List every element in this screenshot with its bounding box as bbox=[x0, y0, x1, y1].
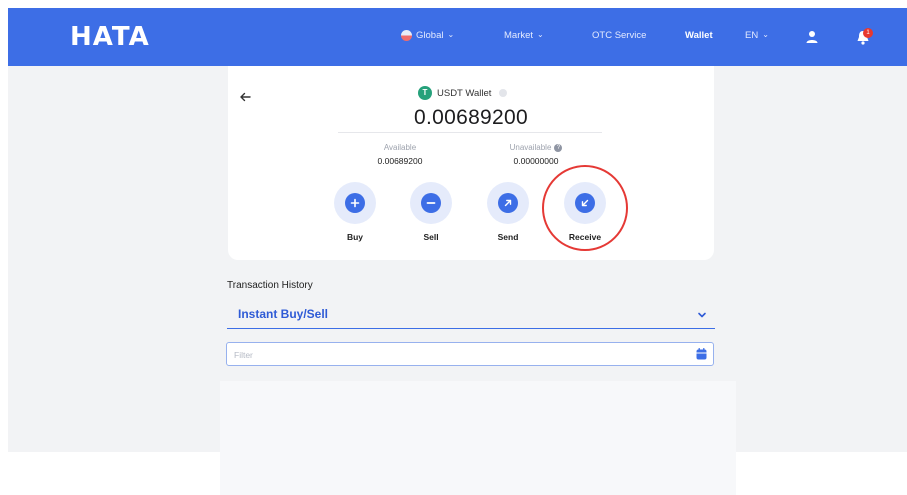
send-button[interactable]: Send bbox=[483, 182, 533, 242]
minus-icon bbox=[421, 193, 441, 213]
back-arrow-icon[interactable] bbox=[238, 90, 252, 104]
sell-button[interactable]: Sell bbox=[406, 182, 456, 242]
available-label: Available bbox=[383, 143, 417, 152]
buy-button[interactable]: Buy bbox=[330, 182, 380, 242]
wallet-card: T USDT Wallet 0.00689200 Available 0.006… bbox=[228, 66, 714, 260]
nav-wallet[interactable]: Wallet bbox=[685, 30, 713, 41]
send-button-halo bbox=[487, 182, 529, 224]
notification-badge: 1 bbox=[863, 28, 873, 38]
nav-language-label: EN bbox=[745, 30, 759, 41]
nav-market-label: Market bbox=[504, 30, 534, 41]
buy-button-halo bbox=[334, 182, 376, 224]
filter-input[interactable] bbox=[232, 346, 686, 364]
nav-global-dropdown[interactable]: Global ⌄ bbox=[401, 30, 454, 41]
usdt-coin-icon: T bbox=[418, 86, 432, 100]
unavailable-stat: Unavailable ? 0.00000000 bbox=[476, 143, 596, 166]
receive-label: Receive bbox=[568, 232, 602, 242]
send-label: Send bbox=[497, 232, 519, 242]
divider bbox=[338, 132, 602, 133]
unavailable-label: Unavailable bbox=[509, 143, 552, 152]
transaction-list-area bbox=[220, 381, 736, 495]
nav-otc-label: OTC Service bbox=[592, 30, 647, 41]
chevron-down-icon: ⌄ bbox=[762, 30, 769, 39]
nav-global-label: Global bbox=[416, 30, 444, 41]
question-icon[interactable]: ? bbox=[554, 143, 563, 152]
arrow-down-left-icon bbox=[575, 193, 595, 213]
wallet-name: USDT Wallet bbox=[437, 87, 492, 99]
filter-field[interactable] bbox=[226, 342, 714, 366]
top-navbar: HATA Global ⌄ Market ⌄ OTC Service Walle… bbox=[8, 8, 907, 66]
transaction-history-heading: Transaction History bbox=[227, 280, 313, 291]
nav-language-dropdown[interactable]: EN ⌄ bbox=[745, 30, 769, 41]
wallet-title: T USDT Wallet bbox=[418, 86, 508, 100]
transaction-type-dropdown[interactable]: Instant Buy/Sell bbox=[227, 302, 715, 329]
sell-label: Sell bbox=[423, 232, 439, 242]
receive-button[interactable]: Receive bbox=[560, 182, 610, 242]
arrow-up-right-icon bbox=[498, 193, 518, 213]
available-stat: Available 0.00689200 bbox=[340, 143, 460, 166]
sell-button-halo bbox=[410, 182, 452, 224]
nav-wallet-label: Wallet bbox=[685, 30, 713, 41]
calendar-icon[interactable] bbox=[696, 348, 707, 360]
wallet-balance: 0.00689200 bbox=[414, 106, 528, 129]
chevron-down-icon: ⌄ bbox=[537, 30, 544, 39]
receive-button-halo bbox=[564, 182, 606, 224]
notifications-button[interactable]: 1 bbox=[856, 28, 876, 46]
nav-market-dropdown[interactable]: Market ⌄ bbox=[504, 30, 544, 41]
transaction-type-selected: Instant Buy/Sell bbox=[238, 307, 329, 321]
buy-label: Buy bbox=[346, 232, 364, 242]
hata-logo[interactable]: HATA bbox=[70, 22, 150, 52]
chevron-down-icon bbox=[698, 312, 706, 318]
plus-icon bbox=[345, 193, 365, 213]
chevron-down-icon: ⌄ bbox=[447, 30, 455, 39]
globe-icon bbox=[401, 30, 412, 41]
user-icon[interactable] bbox=[805, 30, 819, 44]
nav-otc-service[interactable]: OTC Service bbox=[592, 30, 646, 41]
info-icon[interactable] bbox=[499, 89, 508, 97]
unavailable-value: 0.00000000 bbox=[513, 156, 559, 166]
available-value: 0.00689200 bbox=[377, 156, 423, 166]
